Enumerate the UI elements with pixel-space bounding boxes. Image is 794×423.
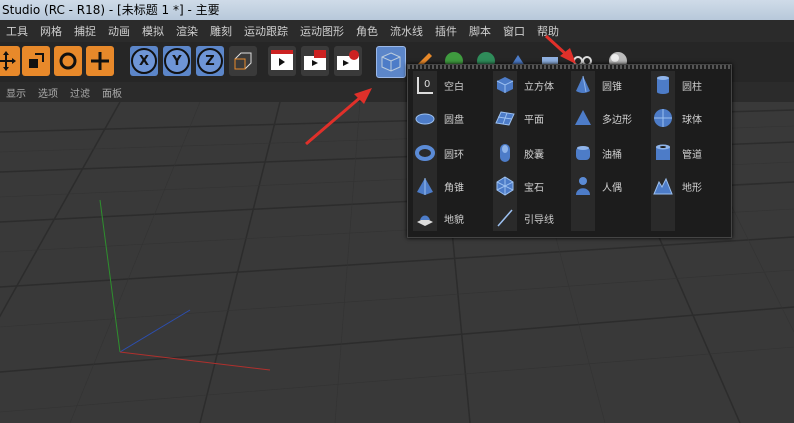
x-axis-button[interactable]: X	[130, 46, 158, 76]
menu-motion-tracker[interactable]: 运动跟踪	[238, 23, 294, 39]
cylinder-icon	[652, 75, 674, 95]
null-object-icon: 0	[414, 75, 436, 95]
torus-icon	[414, 143, 436, 163]
x-axis-label: X	[131, 48, 157, 74]
item-plane[interactable]: 平面	[494, 108, 544, 128]
cube-icon	[494, 75, 516, 95]
item-pyramid[interactable]: 角锥	[414, 176, 464, 196]
render-settings-button[interactable]	[334, 46, 362, 76]
svg-text:0: 0	[424, 79, 430, 90]
y-axis-button[interactable]: Y	[163, 46, 191, 76]
scale-tool-button[interactable]	[22, 46, 50, 76]
menu-sculpt[interactable]: 雕刻	[204, 23, 238, 39]
item-relief[interactable]: 地形	[652, 176, 702, 196]
item-sphere[interactable]: 球体	[652, 108, 702, 128]
z-axis-label: Z	[197, 48, 223, 74]
menu-bar: 工具 网格 捕捉 动画 模拟 渲染 雕刻 运动跟踪 运动图形 角色 流水线 插件…	[0, 20, 794, 42]
item-cone[interactable]: 圆锥	[572, 75, 622, 95]
item-capsule[interactable]: 胶囊	[494, 143, 544, 163]
item-disc[interactable]: 圆盘	[414, 108, 464, 128]
item-null[interactable]: 0 空白	[414, 75, 464, 95]
rotate-tool-button[interactable]	[54, 46, 82, 76]
annotation-arrow-icon	[305, 88, 372, 146]
viewport-menu-filter[interactable]: 过滤	[64, 85, 96, 100]
y-axis-label: Y	[164, 48, 190, 74]
item-landscape[interactable]: 地貌	[414, 208, 464, 228]
item-torus[interactable]: 圆环	[414, 143, 464, 163]
clapper-icon	[271, 50, 293, 70]
transform-icon	[91, 52, 109, 70]
menu-window[interactable]: 窗口	[497, 23, 531, 39]
item-cube[interactable]: 立方体	[494, 75, 554, 95]
menu-render[interactable]: 渲染	[170, 23, 204, 39]
viewport-menu-options[interactable]: 选项	[32, 85, 64, 100]
menu-character[interactable]: 角色	[350, 23, 384, 39]
menu-simulate[interactable]: 模拟	[136, 23, 170, 39]
item-cylinder[interactable]: 圆柱	[652, 75, 702, 95]
relief-icon	[652, 176, 674, 196]
guide-icon	[494, 208, 516, 228]
item-oil-tank[interactable]: 油桶	[572, 143, 622, 163]
clapper-gear-icon	[337, 50, 359, 70]
cone-icon	[572, 75, 594, 95]
viewport-menu-display[interactable]: 显示	[0, 85, 32, 100]
viewport-menu-panel[interactable]: 面板	[96, 85, 128, 100]
annotation-arrow-2-icon	[544, 34, 576, 64]
primitives-popup: 0 空白 圆盘 圆环 角锥 地貌 立方体 平面 胶囊 宝石 引导线 圆锥 多边形…	[407, 64, 732, 238]
clapper-red-icon	[304, 50, 326, 70]
coordinate-system-button[interactable]	[229, 46, 257, 76]
sphere-icon	[652, 108, 674, 128]
rotate-icon	[59, 52, 77, 70]
cube-primitives-button[interactable]	[376, 46, 406, 78]
capsule-icon	[494, 143, 516, 163]
transform-tool-button[interactable]	[86, 46, 114, 76]
tube-icon	[652, 143, 674, 163]
move-icon	[0, 51, 16, 71]
menu-script[interactable]: 脚本	[463, 23, 497, 39]
menu-plugins[interactable]: 插件	[429, 23, 463, 39]
menu-animate[interactable]: 动画	[102, 23, 136, 39]
window-title: Studio (RC - R18) - [未标题 1 *] - 主要	[0, 0, 794, 20]
menu-tools[interactable]: 工具	[0, 23, 34, 39]
oil-tank-icon	[572, 143, 594, 163]
item-guide[interactable]: 引导线	[494, 208, 554, 228]
scale-icon	[29, 53, 44, 68]
coordinate-system-icon	[234, 52, 252, 70]
figure-icon	[572, 176, 594, 196]
menu-mograph[interactable]: 运动图形	[294, 23, 350, 39]
menu-mesh[interactable]: 网格	[34, 23, 68, 39]
landscape-icon	[414, 208, 436, 228]
item-polygon[interactable]: 多边形	[572, 108, 632, 128]
render-view-button[interactable]	[268, 46, 296, 76]
item-figure[interactable]: 人偶	[572, 176, 622, 196]
item-platonic[interactable]: 宝石	[494, 176, 544, 196]
z-axis-button[interactable]: Z	[196, 46, 224, 76]
pyramid-icon	[414, 176, 436, 196]
menu-snap[interactable]: 捕捉	[68, 23, 102, 39]
disc-icon	[414, 108, 436, 128]
render-picture-viewer-button[interactable]	[301, 46, 329, 76]
item-tube[interactable]: 管道	[652, 143, 702, 163]
plane-icon	[494, 108, 516, 128]
platonic-icon	[494, 176, 516, 196]
cube-icon	[381, 52, 401, 72]
menu-pipeline[interactable]: 流水线	[384, 23, 429, 39]
polygon-icon	[572, 108, 594, 128]
move-tool-button[interactable]	[0, 46, 20, 76]
